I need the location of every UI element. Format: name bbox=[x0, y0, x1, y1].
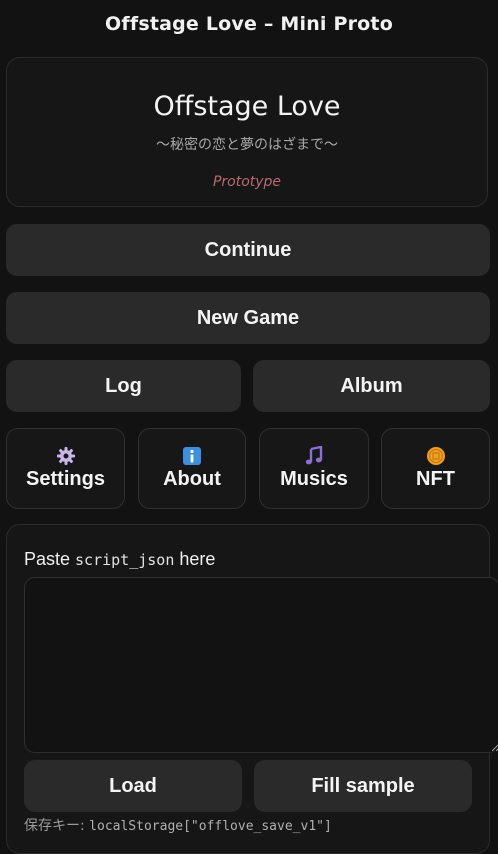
nft-button-label: NFT bbox=[416, 468, 455, 490]
save-key-label: 保存キー: bbox=[24, 818, 90, 834]
musics-button[interactable]: Musics bbox=[259, 428, 369, 509]
app-title: Offstage Love – Mini Proto bbox=[105, 13, 393, 35]
label-code: script_json bbox=[75, 551, 175, 569]
continue-button-label: Continue bbox=[204, 238, 292, 261]
music-note-icon bbox=[304, 446, 324, 466]
gear-icon bbox=[56, 446, 76, 466]
script-panel: Paste script_json here Load Fill sample … bbox=[6, 524, 498, 854]
new-game-button[interactable]: New Game bbox=[6, 292, 490, 344]
game-subtitle: 〜秘密の恋と夢のはざまで〜 bbox=[156, 137, 338, 153]
musics-button-label: Musics bbox=[280, 468, 348, 490]
nft-button[interactable]: NFT bbox=[381, 428, 490, 509]
settings-button[interactable]: Settings bbox=[6, 428, 125, 509]
about-button[interactable]: About bbox=[138, 428, 246, 509]
script-json-textarea[interactable] bbox=[24, 577, 498, 753]
title-card: Offstage Love 〜秘密の恋と夢のはざまで〜 Prototype bbox=[6, 57, 488, 207]
app-title-bar: Offstage Love – Mini Proto bbox=[0, 0, 498, 48]
album-button[interactable]: Album bbox=[253, 360, 490, 412]
fill-sample-button-label: Fill sample bbox=[311, 774, 415, 797]
prototype-tag: Prototype bbox=[212, 174, 282, 190]
new-game-button-label: New Game bbox=[196, 306, 300, 329]
label-suffix: here bbox=[174, 549, 216, 569]
log-button[interactable]: Log bbox=[6, 360, 241, 412]
load-button[interactable]: Load bbox=[24, 760, 242, 812]
coin-icon bbox=[426, 446, 446, 466]
load-button-label: Load bbox=[109, 774, 157, 797]
game-title: Offstage Love bbox=[153, 91, 341, 122]
fill-sample-button[interactable]: Fill sample bbox=[254, 760, 472, 812]
script-input-label: Paste script_json here bbox=[24, 549, 215, 570]
info-icon bbox=[182, 446, 202, 466]
save-key-code: localStorage["offlove_save_v1"] bbox=[89, 819, 332, 834]
continue-button[interactable]: Continue bbox=[6, 224, 490, 276]
save-key-note: 保存キー: localStorage["offlove_save_v1"] bbox=[24, 815, 332, 835]
settings-button-label: Settings bbox=[26, 468, 105, 490]
album-button-label: Album bbox=[340, 374, 403, 397]
log-button-label: Log bbox=[105, 374, 142, 397]
label-prefix: Paste bbox=[24, 549, 76, 569]
about-button-label: About bbox=[163, 468, 221, 490]
